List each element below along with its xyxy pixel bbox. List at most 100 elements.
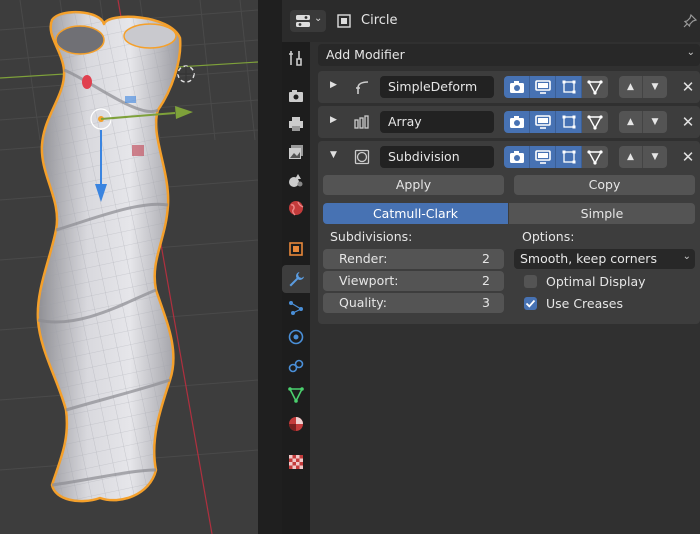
visibility-toggles (504, 146, 608, 168)
render-toggle-button[interactable] (504, 111, 530, 133)
render-tab[interactable] (282, 82, 310, 110)
viewport-levels-field[interactable]: Viewport: 2 (323, 271, 504, 291)
copy-button[interactable]: Copy (514, 175, 695, 195)
quality-value: 3 (482, 295, 490, 310)
constraints-tab[interactable] (282, 352, 310, 380)
modifier-header-simpledeform[interactable]: ▶ SimpleDeform ▲ ▼ ✕ (318, 71, 700, 103)
checkbox-unchecked[interactable] (524, 275, 537, 288)
edit-mode-icon (562, 115, 575, 129)
editmode-toggle-button[interactable] (556, 146, 582, 168)
particles-icon (289, 301, 303, 315)
camera-icon (509, 81, 524, 93)
cage-toggle-button[interactable] (582, 76, 608, 98)
render-levels-field[interactable]: Render: 2 (323, 249, 504, 269)
optimal-display-label: Optimal Display (546, 274, 646, 289)
monitor-icon (534, 150, 551, 164)
disclosure-collapsed-icon[interactable]: ▶ (330, 115, 337, 125)
physics-tab[interactable] (282, 323, 310, 351)
remove-modifier-button[interactable]: ✕ (678, 76, 698, 98)
modifier-header-array[interactable]: ▶ Array ▲ ▼ ✕ (318, 106, 700, 138)
remove-modifier-button[interactable]: ✕ (678, 111, 698, 133)
cage-triangle-icon (587, 80, 603, 95)
scene-tab[interactable] (282, 166, 310, 194)
particles-tab[interactable] (282, 294, 310, 322)
world-tab[interactable] (282, 194, 310, 222)
viewport-toggle-button[interactable] (530, 76, 556, 98)
object-name-label: Circle (361, 13, 398, 28)
output-tab[interactable] (282, 110, 310, 138)
array-icon (354, 115, 369, 129)
editor-type-button[interactable]: ⌄ (290, 10, 326, 32)
cage-toggle-button[interactable] (582, 146, 608, 168)
object-tab[interactable] (282, 235, 310, 263)
object-data-icon (337, 14, 351, 28)
checkmark-icon (525, 299, 536, 308)
disclosure-collapsed-icon[interactable]: ▶ (330, 80, 337, 90)
camera-back-icon (289, 90, 303, 102)
apply-button[interactable]: Apply (323, 175, 504, 195)
mesh-data-icon (288, 387, 304, 403)
viewport-toggle-button[interactable] (530, 111, 556, 133)
monitor-icon (534, 115, 551, 129)
physics-icon (288, 329, 304, 345)
camera-icon (509, 116, 524, 128)
subdivisions-heading: Subdivisions: (330, 229, 413, 244)
scene-icon (289, 174, 303, 187)
3d-viewport[interactable] (0, 0, 258, 534)
triangle-up-icon: ▲ (627, 82, 634, 92)
move-up-button[interactable]: ▲ (619, 146, 643, 168)
uv-smooth-dropdown[interactable]: Smooth, keep corners ⌄ (514, 249, 695, 269)
modifier-name-field[interactable]: SimpleDeform (380, 76, 494, 98)
options-heading: Options: (522, 229, 575, 244)
chevron-down-icon: ⌄ (682, 251, 691, 262)
view-layer-tab[interactable] (282, 138, 310, 166)
edit-mode-icon (562, 150, 575, 164)
use-creases-label: Use Creases (546, 296, 623, 311)
cage-triangle-icon (587, 115, 603, 130)
pin-icon[interactable] (682, 13, 698, 29)
editmode-toggle-button[interactable] (556, 111, 582, 133)
move-down-button[interactable]: ▼ (643, 76, 667, 98)
viewport-toggle-button[interactable] (530, 146, 556, 168)
add-modifier-dropdown[interactable]: Add Modifier ⌄ (318, 44, 700, 66)
chevron-down-icon: ⌄ (686, 47, 695, 58)
world-icon (289, 201, 304, 216)
visibility-toggles (504, 111, 608, 133)
move-down-button[interactable]: ▼ (643, 111, 667, 133)
image-stack-icon (289, 145, 303, 159)
modifiers-tab[interactable] (282, 265, 310, 293)
render-levels-label: Render: (339, 251, 388, 266)
disclosure-expanded-icon[interactable]: ▼ (330, 150, 337, 160)
material-tab[interactable] (282, 410, 310, 438)
checkbox-checked[interactable] (524, 297, 537, 310)
modifier-name-field[interactable]: Array (380, 111, 494, 133)
viewport-canvas[interactable] (0, 0, 258, 534)
properties-editor-icon (296, 15, 310, 27)
simple-option[interactable]: Simple (509, 203, 695, 224)
texture-tab[interactable] (282, 448, 310, 476)
quality-field[interactable]: Quality: 3 (323, 293, 504, 313)
data-tab[interactable] (282, 381, 310, 409)
cage-toggle-button[interactable] (582, 111, 608, 133)
editmode-toggle-button[interactable] (556, 76, 582, 98)
camera-icon (509, 151, 524, 163)
move-up-button[interactable]: ▲ (619, 111, 643, 133)
tool-icon (289, 51, 302, 66)
catmull-clark-option[interactable]: Catmull-Clark (323, 203, 508, 224)
render-toggle-button[interactable] (504, 76, 530, 98)
remove-modifier-button[interactable]: ✕ (678, 146, 698, 168)
cage-triangle-icon (587, 150, 603, 165)
close-icon: ✕ (681, 148, 695, 166)
move-down-button[interactable]: ▼ (643, 146, 667, 168)
visibility-toggles (504, 76, 608, 98)
modifier-name-field[interactable]: Subdivision (380, 146, 494, 168)
add-modifier-label: Add Modifier (326, 47, 405, 62)
tool-tab[interactable] (282, 44, 310, 72)
triangle-down-icon: ▼ (651, 152, 659, 162)
move-up-button[interactable]: ▲ (619, 76, 643, 98)
close-icon: ✕ (681, 78, 695, 96)
monitor-icon (534, 80, 551, 94)
properties-tabs (282, 42, 310, 534)
render-toggle-button[interactable] (504, 146, 530, 168)
area-divider[interactable] (258, 0, 282, 534)
